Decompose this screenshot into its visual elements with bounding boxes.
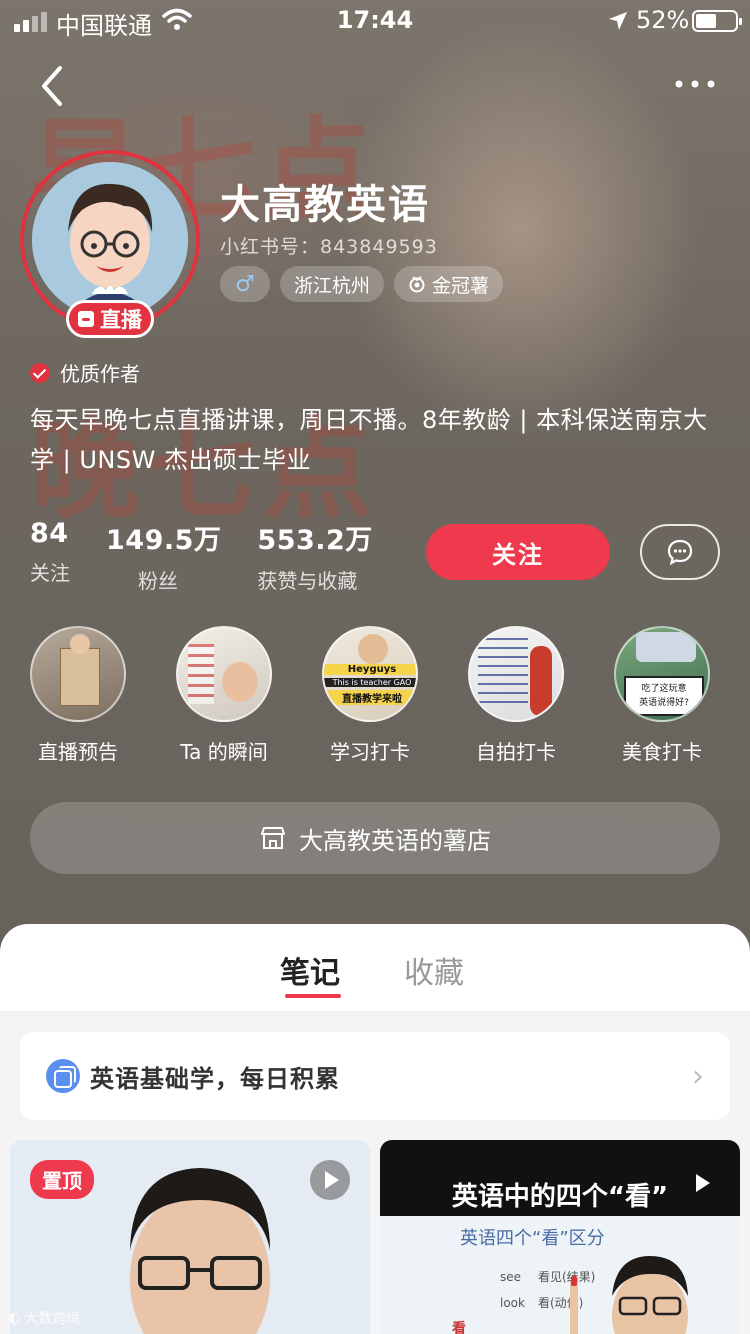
- medal-icon: [409, 276, 425, 293]
- tab-notes[interactable]: 笔记: [280, 948, 340, 992]
- watermark-logo-icon: ◐: [8, 1310, 21, 1326]
- live-badge-label: 直播: [100, 308, 142, 332]
- highlight-study-checkin[interactable]: Heyguys This is teacher GAO 直播教学来啦 学习打卡: [315, 626, 425, 765]
- tab-favorites[interactable]: 收藏: [404, 948, 464, 992]
- follow-button[interactable]: 关注: [426, 524, 610, 580]
- location-tag: 浙江杭州: [280, 266, 385, 302]
- video-play-icon: [310, 1160, 350, 1200]
- avatar[interactable]: [32, 162, 188, 318]
- more-options-icon[interactable]: [670, 72, 720, 96]
- shop-icon: [261, 827, 285, 849]
- status-bar: 中国联通 17:44 52%: [0, 0, 750, 40]
- level-tag[interactable]: 金冠薯: [394, 266, 504, 302]
- message-button[interactable]: [640, 524, 720, 580]
- shop-label: 大高教英语的薯店: [299, 826, 491, 855]
- content-sheet: 笔记 收藏 英语基础学，每日积累 › 置顶 英语中的四个“看” 英语四个“看”区…: [0, 924, 750, 1334]
- profile-stats: 84 关注 149.5万 粉丝 553.2万 获赞与收藏: [30, 518, 409, 594]
- stat-likes-collects[interactable]: 553.2万 获赞与收藏: [257, 518, 372, 594]
- gender-tag: ♂: [220, 266, 270, 302]
- profile-bio: 每天早晚七点直播讲课，周日不播。8年教龄 | 本科保送南京大学 | UNSW 杰…: [30, 406, 708, 474]
- location-arrow-icon: [609, 12, 627, 30]
- avatar-cartoon-icon: [32, 162, 188, 318]
- pinned-badge: 置顶: [30, 1160, 94, 1199]
- profile-name: 大高教英语: [220, 182, 430, 228]
- collection-entry[interactable]: 英语基础学，每日积累 ›: [20, 1032, 730, 1120]
- red-id[interactable]: 小红书号：843849593: [220, 232, 438, 259]
- watermark: ◐ 大数跨境: [8, 1310, 81, 1327]
- note-cover-image: 英语四个“看”区分 see look 看见(结果) 看(动作) 看: [380, 1216, 740, 1334]
- shop-button[interactable]: 大高教英语的薯店: [30, 802, 720, 874]
- highlight-moments[interactable]: Ta 的瞬间: [169, 626, 279, 765]
- note-card-four-look[interactable]: 英语中的四个“看” 英语四个“看”区分 see look 看见(结果) 看(动作…: [380, 1140, 740, 1334]
- chat-bubble-icon: [667, 539, 693, 566]
- battery-percent: 52%: [636, 6, 690, 34]
- note-card-title: 英语中的四个“看”: [451, 1182, 669, 1212]
- tab-bar: 笔记 收藏: [0, 924, 750, 1012]
- video-play-icon: [696, 1174, 710, 1192]
- battery-icon: [692, 10, 742, 32]
- live-badge[interactable]: 直播: [66, 300, 154, 338]
- chevron-right-icon: ›: [692, 1058, 704, 1094]
- back-arrow-icon[interactable]: [34, 64, 74, 108]
- stat-followers[interactable]: 149.5万 粉丝: [106, 518, 221, 594]
- notes-area: 英语基础学，每日积累 › 置顶 英语中的四个“看” 英语四个“看”区分 see: [0, 1012, 750, 1334]
- tab-active-indicator: [285, 994, 341, 998]
- collection-title: 英语基础学，每日积累: [90, 1064, 340, 1093]
- highlight-live-preview[interactable]: 直播预告: [23, 626, 133, 765]
- verified-check-icon: [30, 362, 50, 383]
- note-card-pinned[interactable]: 置顶: [10, 1140, 370, 1334]
- highlight-food-checkin[interactable]: 吃了这玩意 英语说得好? 美食打卡: [607, 626, 717, 765]
- quality-author-label: 优质作者: [30, 358, 140, 387]
- tv-icon: [78, 311, 94, 327]
- profile-tags: ♂ 浙江杭州 金冠薯: [220, 266, 504, 302]
- stat-following[interactable]: 84 关注: [30, 518, 70, 594]
- highlight-selfie-checkin[interactable]: 自拍打卡: [461, 626, 571, 765]
- male-icon: ♂: [235, 271, 255, 297]
- collection-icon: [46, 1059, 80, 1093]
